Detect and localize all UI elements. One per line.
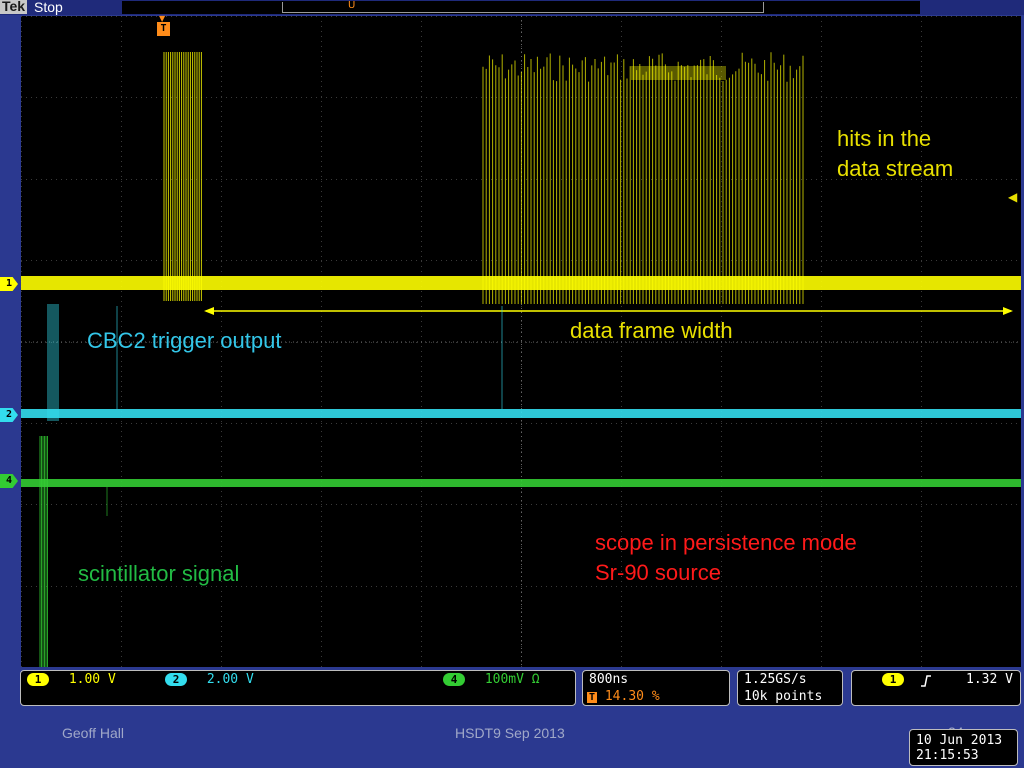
trigger-position-percent: 14.30 % (604, 689, 660, 704)
annotation-trigger-output: CBC2 trigger output (87, 328, 282, 353)
ch4-scale: 100mV Ω (484, 672, 540, 687)
acquisition-readout[interactable]: 1.25GS/s 10k points (737, 670, 843, 706)
ch1-ground-marker[interactable]: 1 (0, 277, 18, 291)
brand-logo: Tek (0, 0, 28, 14)
annotation-persistence: scope in persistence mode Sr-90 source (595, 530, 857, 585)
ch1-scale: 1.00 V (68, 672, 116, 687)
trigger-level-arrow-icon[interactable]: ◀ (1008, 190, 1017, 204)
trigger-source-badge: 1 (882, 673, 904, 686)
ch4-ground-marker[interactable]: 4 (0, 474, 18, 488)
date-time-readout: 10 Jun 2013 21:15:53 (909, 729, 1018, 766)
ch4-readout[interactable]: 4 100mV Ω (443, 673, 540, 687)
channel-readout[interactable]: 1 1.00 V 2 2.00 V 4 100mV Ω (20, 670, 576, 706)
record-position-marker[interactable]: U (348, 0, 355, 12)
annotation-scintillator: scintillator signal (78, 561, 240, 586)
ch2-readout[interactable]: 2 2.00 V (165, 673, 254, 687)
time: 21:15:53 (916, 748, 979, 763)
annotation-hits: hits in the data stream (837, 126, 954, 181)
ch1-readout[interactable]: 1 1.00 V (27, 673, 116, 687)
ch2-badge: 2 (165, 673, 187, 686)
trigger-position-marker[interactable]: T (157, 22, 170, 36)
trigger-readout[interactable]: 1 1.32 V (851, 670, 1021, 706)
rising-edge-icon (921, 675, 931, 687)
trigger-badge: T (587, 692, 598, 703)
trigger-level: 1.32 V (966, 672, 1013, 687)
status-bar: Tek Stop U (0, 0, 1024, 15)
trigger-position-readout: T 14.30 % (587, 689, 660, 704)
footer-conference: HSDT9 Sep 2013 (455, 725, 565, 741)
ch2-trace (21, 409, 1021, 418)
waveform-display[interactable]: hits in the data stream data frame width… (21, 16, 1021, 667)
horizontal-scale: 800ns (589, 672, 629, 687)
acquisition-state[interactable]: Stop (34, 0, 63, 15)
ch4-badge: 4 (443, 673, 465, 686)
ch2-scale: 2.00 V (206, 672, 254, 687)
annotation-frame-width: data frame width (570, 318, 733, 343)
trigger-source: 1 (882, 673, 904, 687)
footer-author: Geoff Hall (62, 725, 124, 741)
ch4-trace (21, 479, 1021, 487)
date: 10 Jun 2013 (916, 733, 1003, 748)
ch2-ground-marker[interactable]: 2 (0, 408, 18, 422)
record-length: 10k points (744, 689, 823, 704)
timebase-readout[interactable]: 800ns T 14.30 % (582, 670, 730, 706)
ch1-badge: 1 (27, 673, 49, 686)
sample-rate: 1.25GS/s (744, 672, 807, 687)
record-overview[interactable]: U (122, 0, 920, 14)
